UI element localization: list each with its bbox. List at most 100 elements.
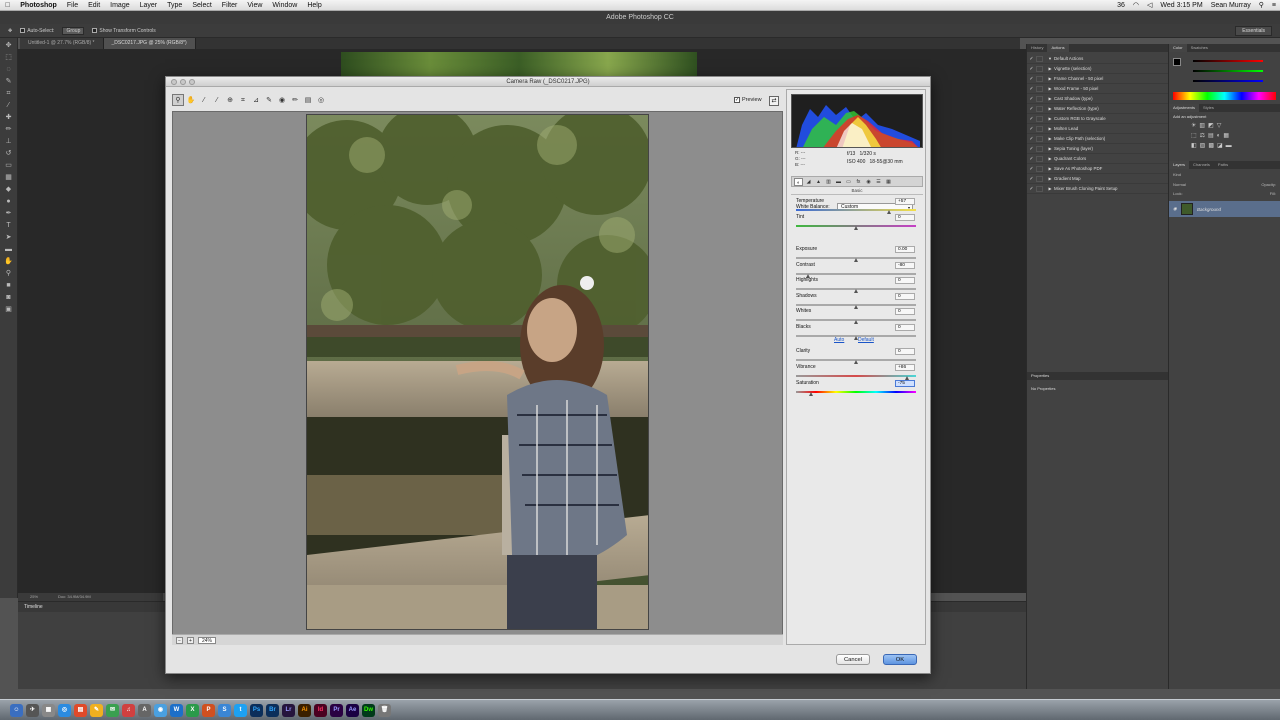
eraser-tool-icon[interactable]: ▭	[4, 161, 14, 170]
slider-thumb-whites[interactable]	[853, 320, 858, 324]
zoom-level-select[interactable]: 24%	[198, 636, 216, 644]
preview-checkbox[interactable]: ✓ Preview	[734, 97, 762, 103]
quick-mask-icon[interactable]: ◙	[4, 293, 14, 302]
zoom-tool-icon[interactable]: ⚲	[172, 94, 184, 106]
powerpoint-icon[interactable]: P	[202, 703, 215, 717]
skype-icon[interactable]: S	[218, 703, 231, 717]
menu-file[interactable]: File	[62, 0, 83, 11]
action-row[interactable]: ✓ ▶ Frame Channel - 50 pixel	[1027, 74, 1168, 84]
spotlight-icon[interactable]: ⚲	[1255, 1, 1268, 9]
tab-dsc0217[interactable]: _DSC0217.JPG @ 25% (RGB/8*)	[103, 38, 196, 49]
mission-control-icon[interactable]: ▦	[42, 703, 55, 717]
action-row[interactable]: ✓ ▶ Molten Lead	[1027, 124, 1168, 134]
slider-value-clarity[interactable]: 0	[895, 348, 915, 355]
color-swatch-icon[interactable]: ■	[4, 281, 14, 290]
after-effects-icon[interactable]: Ae	[346, 703, 359, 717]
action-row[interactable]: ✓ ▶ Sepia Toning (layer)	[1027, 144, 1168, 154]
menu-layer[interactable]: Layer	[135, 0, 163, 11]
color-sampler-tool-icon[interactable]: ⁄	[211, 94, 223, 106]
transform-controls-checkbox[interactable]: Show Transform Controls	[92, 28, 156, 34]
action-row[interactable]: ✓ ▶ Wood Frame - 50 pixel	[1027, 84, 1168, 94]
gradient-tool-icon[interactable]: ▦	[4, 173, 14, 182]
slider-value-exposure[interactable]: 0.00	[895, 246, 915, 253]
adjustment-brush-icon[interactable]: ✏	[289, 94, 301, 106]
move-tool-icon[interactable]: ✥	[8, 28, 12, 34]
app-store-icon[interactable]: A	[138, 703, 151, 717]
path-select-icon[interactable]: ➤	[4, 233, 14, 242]
basic-tab-icon[interactable]: ◐	[794, 177, 803, 186]
trash-icon[interactable]: 🗑	[378, 703, 391, 717]
type-tool-icon[interactable]: T	[4, 221, 14, 230]
tab-styles[interactable]: Styles	[1199, 104, 1218, 112]
detail-tab-icon[interactable]: ▲	[814, 178, 823, 186]
premiere-icon[interactable]: Pr	[330, 703, 343, 717]
foreground-color-icon[interactable]	[1173, 58, 1181, 66]
properties-tab[interactable]: Properties	[1027, 372, 1169, 380]
pen-tool-icon[interactable]: ✒	[4, 209, 14, 218]
tab-channels[interactable]: Channels	[1189, 161, 1214, 169]
word-icon[interactable]: W	[170, 703, 183, 717]
slider-value-contrast[interactable]: -80	[895, 262, 915, 269]
split-toning-tab-icon[interactable]: ▬	[834, 178, 843, 186]
status-zoom[interactable]: 25%	[30, 593, 38, 601]
color-ramp[interactable]	[1173, 92, 1276, 100]
apple-menu-icon[interactable]: 	[0, 0, 15, 11]
brush-tool-icon[interactable]: ✏	[4, 125, 14, 134]
slider-value-highlights[interactable]: 0	[895, 277, 915, 284]
cancel-button[interactable]: Cancel	[836, 654, 870, 665]
menu-edit[interactable]: Edit	[83, 0, 105, 11]
action-row[interactable]: ✓ ▶ Save As Photoshop PDF	[1027, 164, 1168, 174]
shape-tool-icon[interactable]: ▬	[4, 245, 14, 254]
lens-tab-icon[interactable]: ▭	[844, 178, 853, 186]
targeted-adjustment-icon[interactable]: ⊕	[224, 94, 236, 106]
auto-link[interactable]: Auto	[834, 337, 844, 343]
tab-color[interactable]: Color	[1169, 44, 1187, 52]
tab-actions[interactable]: Actions	[1047, 44, 1069, 52]
launchpad-icon[interactable]: ✈	[26, 703, 39, 717]
crop-tool-icon[interactable]: ⌗	[4, 89, 14, 98]
hand-tool-icon[interactable]: ✋	[185, 94, 197, 106]
spot-removal-icon[interactable]: ✎	[263, 94, 275, 106]
illustrator-icon[interactable]: Ai	[298, 703, 311, 717]
tab-untitled[interactable]: Untitled-1 @ 27.7% (RGB/8) *	[20, 38, 104, 49]
tab-history[interactable]: History	[1027, 44, 1047, 52]
slider-track-temperature[interactable]	[796, 209, 916, 211]
blur-tool-icon[interactable]: ◆	[4, 185, 14, 194]
menu-select[interactable]: Select	[187, 0, 216, 11]
screen-mode-icon[interactable]: ▣	[4, 305, 14, 314]
slider-thumb-blacks[interactable]	[853, 336, 858, 340]
workspace-select[interactable]: Essentials	[1235, 26, 1272, 36]
red-eye-icon[interactable]: ◉	[276, 94, 288, 106]
messages-icon[interactable]: ✉	[106, 703, 119, 717]
menu-image[interactable]: Image	[105, 0, 134, 11]
dodge-tool-icon[interactable]: ●	[4, 197, 14, 206]
action-row[interactable]: ✓ ▶ Quadrant Colors	[1027, 154, 1168, 164]
action-row[interactable]: ✓ ▶ Vignette (selection)	[1027, 64, 1168, 74]
twitter-icon[interactable]: t	[234, 703, 247, 717]
action-row[interactable]: ✓ ▶ Cast Shadow (type)	[1027, 94, 1168, 104]
eyedropper-tool-icon[interactable]: ⁄	[4, 101, 14, 110]
slider-value-whites[interactable]: 0	[895, 308, 915, 315]
crop-tool-icon[interactable]: ⌗	[237, 94, 249, 106]
photoshop-dock-icon[interactable]: Ps	[250, 703, 263, 717]
tone-curve-tab-icon[interactable]: ◢	[804, 178, 813, 186]
bridge-icon[interactable]: Br	[266, 703, 279, 717]
quick-select-tool-icon[interactable]: ✎	[4, 77, 14, 86]
menu-type[interactable]: Type	[162, 0, 187, 11]
slider-thumb-temperature[interactable]	[887, 210, 892, 214]
ok-button[interactable]: OK	[883, 654, 917, 665]
dreamweaver-icon[interactable]: Dw	[362, 703, 375, 717]
move-tool-icon[interactable]: ✥	[4, 41, 14, 50]
adjustment-icons[interactable]: ☀▥◩▽ ⬚⚖▤◐▦ ◧▨▩◪▬	[1169, 121, 1280, 161]
auto-select-checkbox[interactable]: Auto-Select:	[20, 28, 54, 34]
clock[interactable]: Wed 3:15 PM	[1156, 2, 1206, 9]
layer-row-background[interactable]: ◉ Background	[1169, 201, 1280, 217]
indesign-icon[interactable]: Id	[314, 703, 327, 717]
slider-value-vibrance[interactable]: +86	[895, 364, 915, 371]
history-brush-icon[interactable]: ↺	[4, 149, 14, 158]
lightroom-icon[interactable]: Lr	[282, 703, 295, 717]
menu-help[interactable]: Help	[302, 0, 326, 11]
tab-adjustments[interactable]: Adjustments	[1169, 104, 1200, 112]
action-row[interactable]: ✓ ▶ Custom RGB to Grayscale	[1027, 114, 1168, 124]
slider-thumb-exposure[interactable]	[853, 258, 858, 262]
